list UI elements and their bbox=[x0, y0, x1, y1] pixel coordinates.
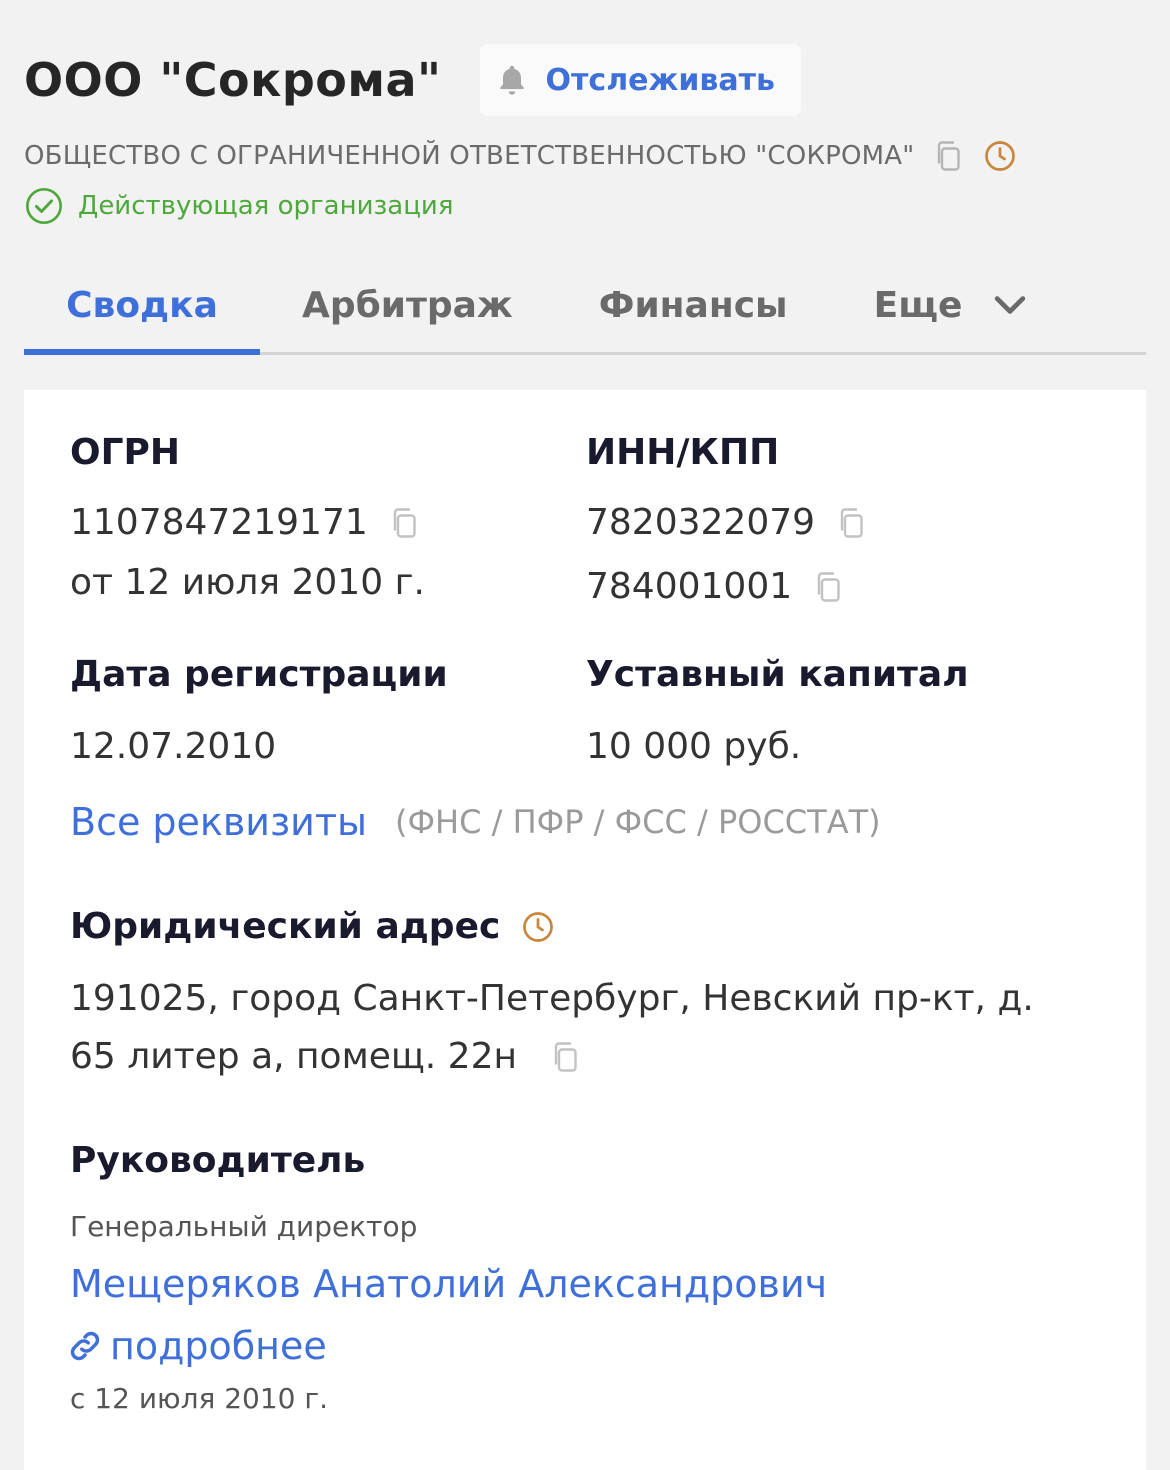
copy-icon[interactable] bbox=[930, 138, 966, 174]
summary-card: ОГРН 1107847219171 от 12 июля 2010 г. ИН… bbox=[24, 390, 1146, 1470]
inn-kpp-label: ИНН/КПП bbox=[586, 432, 780, 473]
status-badge: Действующая организация bbox=[78, 191, 454, 221]
capital-label: Уставный капитал bbox=[586, 654, 969, 695]
ogrn-value: 1107847219171 bbox=[70, 502, 368, 543]
company-full-name: ОБЩЕСТВО С ОГРАНИЧЕННОЙ ОТВЕТСТВЕННОСТЬЮ… bbox=[24, 141, 915, 171]
tab-arbitrage[interactable]: Арбитраж bbox=[302, 258, 513, 352]
title-row: ООО "Сокрома" Отслеживать bbox=[24, 40, 1146, 120]
copy-icon[interactable] bbox=[810, 569, 846, 605]
reg-date-value: 12.07.2010 bbox=[70, 726, 277, 767]
address-label-row: Юридический адрес bbox=[70, 906, 556, 947]
requisites-sources: (ФНС / ПФР / ФСС / РОССТАТ) bbox=[395, 803, 881, 841]
address-label: Юридический адрес bbox=[70, 906, 501, 947]
head-since: с 12 июля 2010 г. bbox=[70, 1382, 329, 1415]
fullname-row: ОБЩЕСТВО С ОГРАНИЧЕННОЙ ОТВЕТСТВЕННОСТЬЮ… bbox=[24, 132, 1146, 180]
status-row: Действующая организация bbox=[24, 184, 1146, 228]
ogrn-date: от 12 июля 2010 г. bbox=[70, 562, 425, 603]
copy-icon[interactable] bbox=[833, 505, 869, 541]
address-line-2: 65 литер а, помещ. 22н bbox=[70, 1036, 518, 1077]
copy-icon[interactable] bbox=[547, 1039, 583, 1075]
history-icon[interactable] bbox=[982, 138, 1018, 174]
inn-value: 7820322079 bbox=[586, 502, 816, 543]
tab-finance[interactable]: Финансы bbox=[599, 258, 788, 352]
kpp-row: 784001001 bbox=[586, 566, 846, 607]
company-header: ООО "Сокрома" Отслеживать ОБЩЕСТВО С ОГР… bbox=[24, 40, 1146, 228]
head-label: Руководитель bbox=[70, 1140, 366, 1181]
copy-icon[interactable] bbox=[386, 505, 422, 541]
tab-more[interactable]: Еще bbox=[874, 258, 1033, 352]
kpp-value: 784001001 bbox=[586, 566, 793, 607]
all-requisites-row: Все реквизиты (ФНС / ПФР / ФСС / РОССТАТ… bbox=[70, 800, 881, 844]
chevron-down-icon bbox=[988, 283, 1032, 327]
inn-row: 7820322079 bbox=[586, 502, 869, 543]
all-requisites-link[interactable]: Все реквизиты bbox=[70, 800, 367, 844]
tab-more-label: Еще bbox=[873, 284, 963, 326]
head-name-link[interactable]: Мещеряков Анатолий Александрович bbox=[70, 1262, 827, 1306]
tab-bar: Сводка Арбитраж Финансы Еще bbox=[24, 258, 1146, 355]
history-icon[interactable] bbox=[520, 909, 556, 945]
check-circle-icon bbox=[24, 186, 64, 226]
link-icon bbox=[66, 1327, 104, 1365]
head-position: Генеральный директор bbox=[70, 1210, 418, 1243]
tab-summary[interactable]: Сводка bbox=[24, 258, 260, 355]
more-link-row[interactable]: подробнее bbox=[66, 1324, 327, 1368]
ogrn-row: 1107847219171 bbox=[70, 502, 422, 543]
track-label: Отслеживать bbox=[545, 62, 775, 98]
track-button[interactable]: Отслеживать bbox=[479, 44, 801, 116]
address-line-1: 191025, город Санкт-Петербург, Невский п… bbox=[70, 978, 1034, 1019]
address-line-2-row: 65 литер а, помещ. 22н bbox=[70, 1036, 583, 1077]
ogrn-label: ОГРН bbox=[70, 432, 181, 473]
reg-date-label: Дата регистрации bbox=[70, 654, 448, 695]
capital-value: 10 000 руб. bbox=[586, 726, 802, 767]
bell-icon bbox=[494, 62, 530, 98]
company-title: ООО "Сокрома" bbox=[24, 53, 442, 107]
more-link: подробнее bbox=[110, 1324, 327, 1368]
